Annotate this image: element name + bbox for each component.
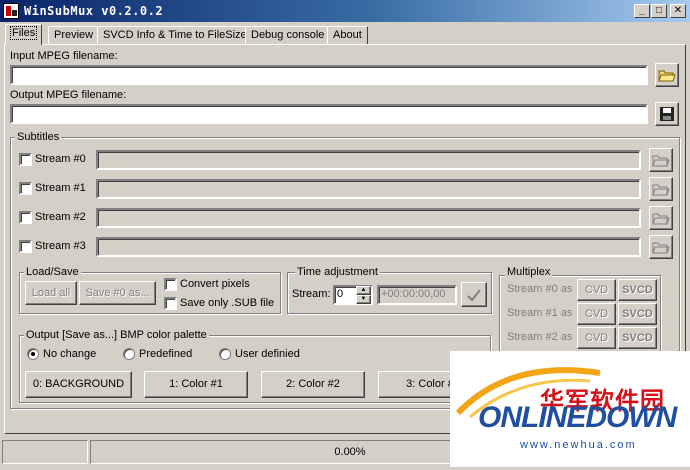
stream-1-browse-button[interactable] [649,177,673,201]
palette-predefined-radio[interactable] [123,348,135,360]
time-adjustment-legend: Time adjustment [295,266,380,278]
stream-0-label: Stream #0 [35,153,86,165]
save-only-sub-checkbox[interactable] [164,297,177,310]
stream-2-field[interactable] [96,208,641,228]
minimize-button[interactable]: _ [634,4,650,18]
color-1-button[interactable]: 1: Color #1 [144,371,248,398]
convert-pixels-checkbox[interactable] [164,278,177,291]
output-mpeg-field[interactable] [10,104,648,124]
status-pane-left [2,440,88,464]
watermark-url-text: www.newhua.com [520,439,637,451]
apply-time-button[interactable] [461,282,487,307]
stream-down-arrow[interactable]: ▼ [356,295,371,304]
stream-1-checkbox[interactable] [19,182,32,195]
input-mpeg-label: Input MPEG filename: [10,50,118,62]
stream-1-field[interactable] [96,179,641,199]
stream-2-checkbox[interactable] [19,211,32,224]
multiplex-stream-1-label: Stream #1 as [507,307,573,319]
save-only-sub-label: Save only .SUB file [180,297,275,309]
load-all-button[interactable]: Load all [25,281,77,305]
multiplex-legend: Multiplex [505,266,553,278]
palette-user-defined-radio[interactable] [219,348,231,360]
stream-up-arrow[interactable]: ▲ [356,286,371,295]
palette-predefined-label: Predefined [139,348,193,360]
app-icon[interactable] [3,3,19,19]
multiplex-stream-2-label: Stream #2 as [507,331,573,343]
tab-files[interactable]: Files [5,24,43,45]
save-as-button[interactable]: Save #0 as... [79,281,156,305]
floppy-disk-icon [660,107,674,121]
checkmark-icon [467,288,481,301]
time-offset-field[interactable]: +00:00:00,00 [377,285,457,305]
palette-user-defined-label: User definied [235,348,300,360]
tab-preview[interactable]: Preview [48,26,100,44]
color-2-button[interactable]: 2: Color #2 [261,371,365,398]
open-folder-icon [652,184,670,196]
stream-2-browse-button[interactable] [649,206,673,230]
tab-about[interactable]: About [327,26,368,44]
stream-1-label: Stream #1 [35,182,86,194]
stream-0-browse-button[interactable] [649,148,673,172]
browse-input-button[interactable] [655,63,679,87]
multiplex-stream-0-label: Stream #0 as [507,283,573,295]
title-bar[interactable]: WinSubMux v0.2.0.2 _ □ ✕ [0,0,690,22]
onlinedown-watermark: 华军软件园 ONLINEDOWN www.newhua.com [450,351,690,467]
stream-3-label: Stream #3 [35,240,86,252]
multiplex-stream-2-cvd-button[interactable]: CVD [577,327,616,349]
palette-legend: Output [Save as...] BMP color palette [24,329,209,341]
load-save-legend: Load/Save [24,266,81,278]
maximize-button[interactable]: □ [651,4,667,18]
stream-2-label: Stream #2 [35,211,86,223]
convert-pixels-label: Convert pixels [180,278,250,290]
multiplex-stream-1-cvd-button[interactable]: CVD [577,303,616,325]
open-folder-icon [652,242,670,254]
tab-debug-console[interactable]: Debug console [245,26,331,44]
multiplex-stream-0-cvd-button[interactable]: CVD [577,279,616,301]
open-folder-icon [658,70,676,82]
tab-svcd-info[interactable]: SVCD Info & Time to FileSize [97,26,253,44]
stream-0-checkbox[interactable] [19,153,32,166]
close-button[interactable]: ✕ [670,4,686,18]
open-folder-icon [652,155,670,167]
multiplex-stream-2-svcd-button[interactable]: SVCD [618,327,657,349]
output-mpeg-label: Output MPEG filename: [10,89,127,101]
open-folder-icon [652,213,670,225]
save-output-button[interactable] [655,102,679,126]
palette-no-change-label: No change [43,348,97,360]
palette-no-change-radio[interactable] [27,348,39,360]
color-0-background-button[interactable]: 0: BACKGROUND [25,371,132,398]
stream-3-field[interactable] [96,237,641,257]
input-mpeg-field[interactable] [10,65,648,85]
window-title: WinSubMux v0.2.0.2 [24,4,164,18]
stream-number-label: Stream: [292,288,331,300]
subtitles-legend: Subtitles [15,131,62,143]
multiplex-stream-0-svcd-button[interactable]: SVCD [618,279,657,301]
stream-3-browse-button[interactable] [649,235,673,259]
stream-3-checkbox[interactable] [19,240,32,253]
multiplex-stream-1-svcd-button[interactable]: SVCD [618,303,657,325]
stream-0-field[interactable] [96,150,641,170]
watermark-brand-text: ONLINEDOWN [478,401,677,434]
